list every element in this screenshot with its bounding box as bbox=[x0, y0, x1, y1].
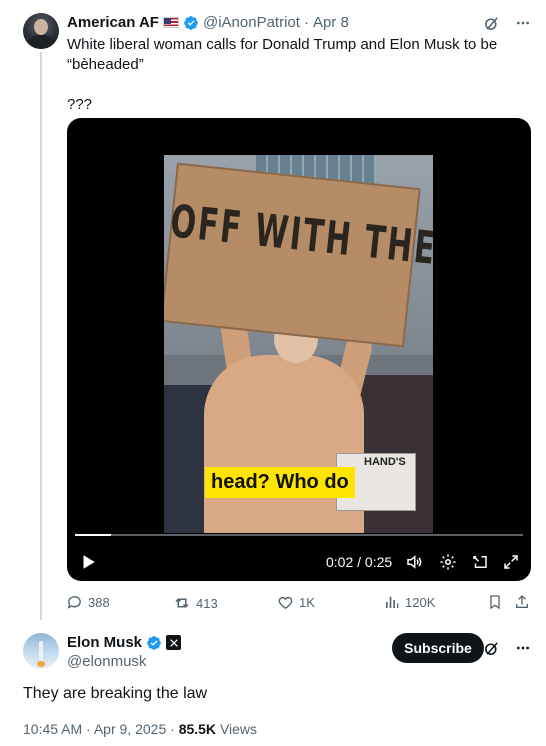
play-icon[interactable] bbox=[79, 553, 97, 571]
reply-author-handle[interactable]: @elonmusk bbox=[67, 653, 181, 670]
tweet-text: White liberal woman calls for Donald Tru… bbox=[67, 35, 507, 115]
views-count: 120K bbox=[405, 594, 436, 610]
video-caption: head? Who do bbox=[205, 467, 355, 498]
fullscreen-icon[interactable] bbox=[502, 553, 520, 571]
share-icon bbox=[516, 595, 528, 608]
share-button[interactable] bbox=[514, 594, 530, 610]
tweet-actions: 388 413 1K 120K bbox=[66, 594, 532, 614]
verified-badge-icon[interactable] bbox=[146, 635, 162, 651]
reply-count: 388 bbox=[88, 595, 110, 610]
tweet-top-actions bbox=[482, 14, 532, 32]
video-progress-bar[interactable] bbox=[75, 534, 523, 536]
repost-icon bbox=[175, 598, 189, 608]
tweet-date[interactable]: Apr 8 bbox=[313, 14, 349, 31]
us-flag-icon bbox=[162, 17, 179, 28]
reply-button[interactable]: 388 bbox=[66, 594, 110, 611]
bookmark-icon bbox=[490, 595, 500, 610]
video-progress-fill bbox=[75, 534, 111, 536]
dot-separator: · bbox=[170, 721, 175, 737]
bookmark-button[interactable] bbox=[487, 594, 503, 610]
verified-badge-icon[interactable] bbox=[183, 15, 199, 31]
like-icon bbox=[278, 596, 293, 610]
avatar-american-af[interactable] bbox=[23, 13, 59, 49]
quoted-tweet[interactable]: American AF @iAnonPatriot · Apr 8 White … bbox=[0, 0, 546, 620]
reply-time[interactable]: 10:45 AM bbox=[23, 721, 82, 737]
reply-icon bbox=[67, 596, 81, 609]
reply-author-name[interactable]: Elon Musk bbox=[67, 634, 142, 651]
reply-date[interactable]: Apr 9, 2025 bbox=[94, 721, 166, 737]
grok-icon[interactable] bbox=[482, 639, 500, 657]
reply-views-label: Views bbox=[219, 721, 258, 737]
reply-header: Elon Musk @elonmusk bbox=[67, 634, 182, 670]
video-player[interactable]: OFF WITH THEIR HEADS HAND'S head? Who do… bbox=[67, 118, 531, 581]
views-icon bbox=[386, 596, 399, 608]
tweet-header: American AF @iAnonPatriot · Apr 8 bbox=[67, 14, 349, 31]
grok-icon[interactable] bbox=[482, 14, 500, 32]
like-button[interactable]: 1K bbox=[277, 594, 315, 611]
volume-icon[interactable] bbox=[405, 553, 423, 571]
dot-separator: · bbox=[303, 14, 309, 31]
avatar-elon-musk[interactable] bbox=[23, 633, 59, 669]
repost-count: 413 bbox=[196, 595, 218, 611]
more-icon[interactable] bbox=[514, 639, 532, 657]
secondary-sign-text: HAND'S bbox=[364, 456, 406, 468]
reply-meta: 10:45 AM · Apr 9, 2025 · 85.5K Views bbox=[23, 721, 257, 737]
reply-views-count: 85.5K bbox=[178, 721, 217, 737]
pip-icon[interactable] bbox=[471, 553, 489, 571]
thread-line bbox=[40, 52, 42, 620]
tweet-text-line: ??? bbox=[67, 96, 93, 113]
reply-text: They are breaking the law bbox=[23, 685, 208, 702]
video-frame[interactable]: OFF WITH THEIR HEADS HAND'S head? Who do bbox=[164, 155, 433, 533]
subscribe-button[interactable]: Subscribe bbox=[392, 633, 484, 663]
views-button[interactable]: 120K bbox=[384, 594, 435, 610]
x-affiliation-icon[interactable] bbox=[166, 635, 182, 650]
reply-top-actions bbox=[482, 639, 532, 657]
author-name[interactable]: American AF bbox=[67, 14, 159, 31]
tweet-text-line: White liberal woman calls for Donald Tru… bbox=[67, 36, 498, 53]
settings-icon[interactable] bbox=[439, 553, 457, 571]
video-time: 0:02 / 0:25 bbox=[326, 554, 393, 570]
like-count: 1K bbox=[299, 595, 315, 610]
more-icon[interactable] bbox=[514, 14, 532, 32]
tweet-text-line: “bèheaded” bbox=[67, 56, 144, 73]
author-handle[interactable]: @iAnonPatriot bbox=[203, 14, 300, 31]
repost-button[interactable]: 413 bbox=[173, 594, 218, 612]
dot-separator: · bbox=[86, 721, 91, 737]
